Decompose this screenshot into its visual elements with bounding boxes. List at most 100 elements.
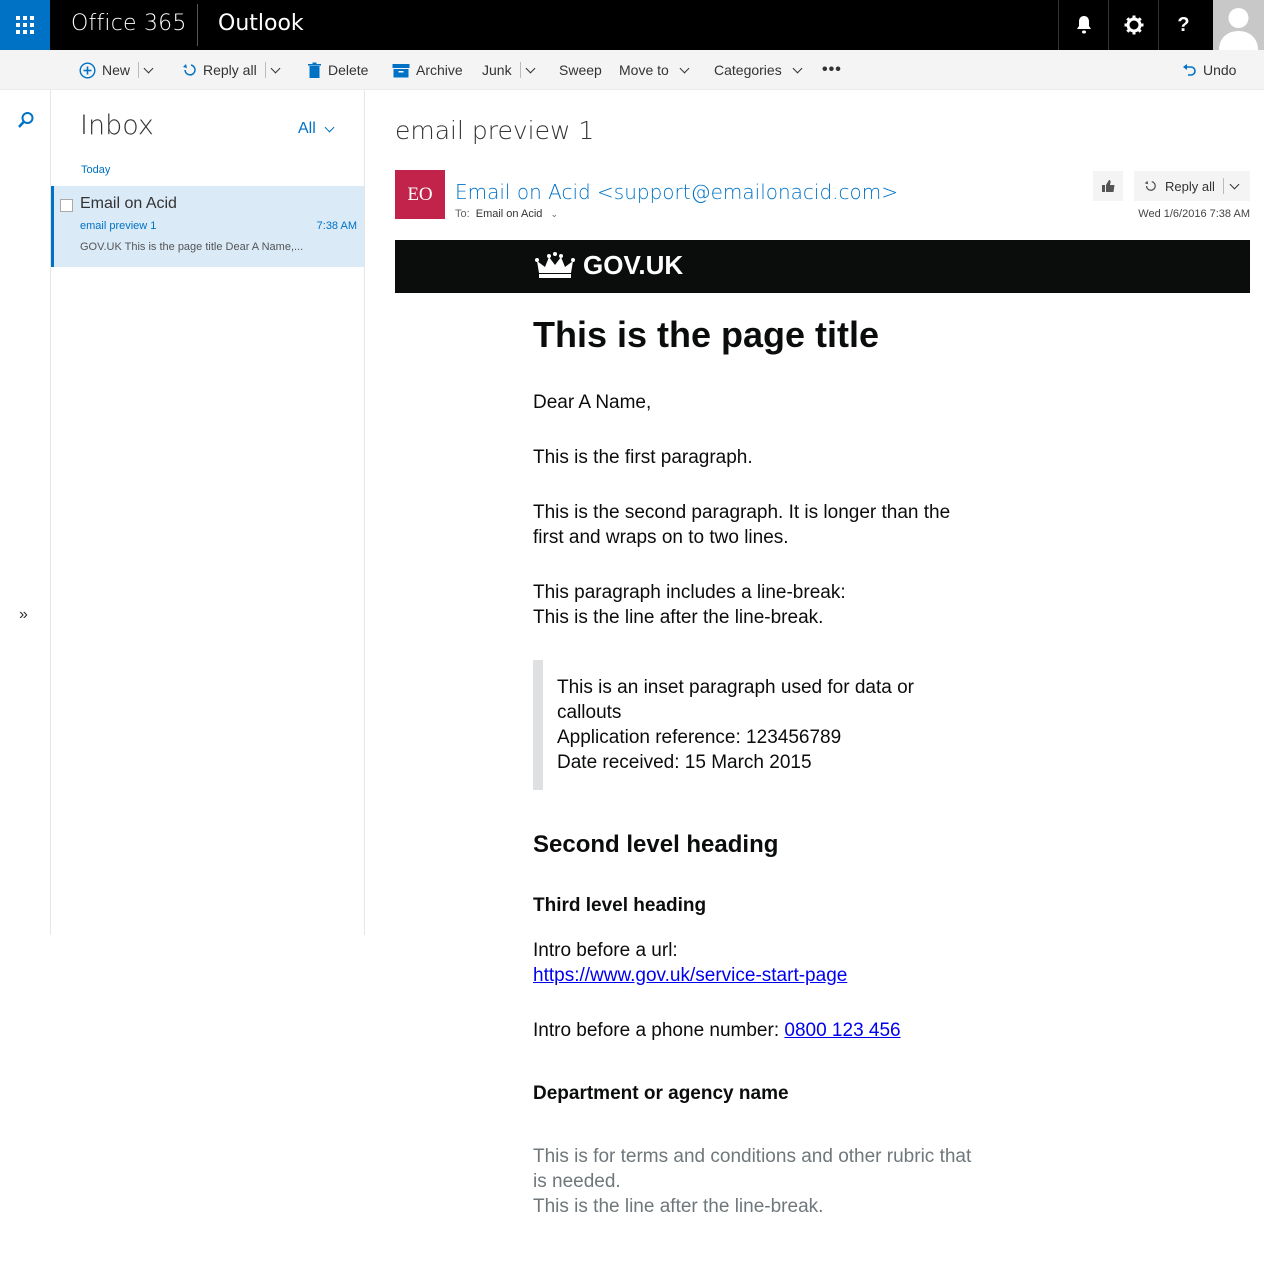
govuk-logo-text: GOV.UK (583, 250, 684, 280)
user-avatar[interactable] (1213, 0, 1264, 50)
new-button[interactable]: New (79, 50, 154, 90)
app-name[interactable]: Outlook (218, 11, 304, 36)
rubric-line-2: This is the line after the line-break. (533, 1196, 824, 1217)
url-paragraph: Intro before a url: https://www.gov.uk/s… (533, 938, 983, 988)
archive-label: Archive (416, 62, 463, 78)
page-title: This is the page title (533, 314, 880, 355)
item-sender: Email on Acid (80, 195, 177, 212)
undo-label: Undo (1203, 62, 1237, 78)
settings-button[interactable] (1108, 0, 1158, 50)
filter-label: All (298, 120, 316, 137)
reply-all-header-button[interactable]: Reply all (1134, 171, 1250, 201)
archive-icon (392, 63, 410, 77)
crown-icon (533, 250, 577, 281)
item-time: 7:38 AM (316, 220, 357, 232)
expand-folders-icon[interactable]: » (19, 606, 28, 624)
divider (264, 62, 266, 78)
url-intro: Intro before a url: (533, 940, 678, 961)
archive-button[interactable]: Archive (392, 50, 463, 90)
categories-button[interactable]: Categories (708, 50, 803, 90)
undo-button[interactable]: Undo (1182, 50, 1236, 90)
top-bar: Office 365 Outlook ? (0, 0, 1264, 50)
move-to-button[interactable]: Move to (613, 50, 690, 90)
third-level-heading: Third level heading (533, 895, 707, 916)
chevron-down-icon (324, 122, 335, 132)
reply-all-icon (183, 64, 196, 76)
folder-title: Inbox (80, 110, 154, 141)
paragraph-3-line-2: This is the line after the line-break. (533, 607, 824, 628)
chevron-down-icon[interactable] (143, 63, 154, 73)
delete-label: Delete (328, 62, 369, 78)
divider (138, 62, 140, 78)
undo-icon (1183, 63, 1196, 76)
plus-circle-icon (79, 61, 96, 79)
select-checkbox[interactable] (60, 199, 73, 212)
brand-divider (197, 4, 198, 46)
paragraph-1: This is the first paragraph. (533, 447, 753, 468)
filter-dropdown[interactable]: All (298, 120, 335, 138)
paragraph-2: This is the second paragraph. It is long… (533, 502, 951, 548)
app-launcher-button[interactable] (0, 0, 50, 50)
list-item[interactable]: Email on Acid email preview 1 7:38 AM GO… (51, 186, 364, 267)
inset-line-2: Application reference: 123456789 (557, 727, 842, 748)
department-name: Department or agency name (533, 1083, 789, 1104)
reply-all-icon (1144, 180, 1156, 191)
recipient-line: To: Email on Acid ⌄ (455, 208, 558, 220)
delete-button[interactable]: Delete (307, 50, 368, 90)
greeting: Dear A Name, (533, 392, 652, 413)
phone-link[interactable]: 0800 123 456 (784, 1020, 900, 1041)
sender-name[interactable]: Email on Acid <support@emailonacid.com> (455, 180, 898, 204)
recipient-name[interactable]: Email on Acid (476, 208, 543, 220)
new-label: New (102, 62, 131, 78)
message-subject: email preview 1 (395, 116, 595, 145)
message-list-pane: Inbox All Today Email on Acid email prev… (51, 90, 365, 935)
reply-all-label: Reply all (203, 62, 257, 78)
notifications-button[interactable] (1058, 0, 1108, 50)
junk-button[interactable]: Junk (476, 50, 536, 90)
left-rail: » (0, 90, 51, 935)
thumbs-up-icon (1101, 180, 1114, 192)
email-content: This is the page title Dear A Name, This… (533, 315, 983, 1249)
inset-line-1: This is an inset paragraph used for data… (557, 677, 914, 723)
chevron-down-icon (792, 63, 803, 73)
rubric-text: This is for terms and conditions and oth… (533, 1144, 983, 1219)
sender-avatar[interactable]: EO (395, 170, 445, 219)
chevron-down-icon[interactable] (270, 63, 281, 73)
paragraph-3: This paragraph includes a line-break: Th… (533, 580, 983, 630)
like-button[interactable] (1093, 171, 1123, 201)
reply-all-label: Reply all (1165, 178, 1215, 194)
to-label: To: (455, 208, 470, 220)
bell-icon (1076, 16, 1091, 34)
govuk-logo[interactable]: GOV.UK (533, 250, 683, 281)
junk-label: Junk (482, 62, 512, 78)
inset-text: This is an inset paragraph used for data… (533, 660, 983, 790)
group-header: Today (81, 164, 111, 176)
paragraph-3-line-1: This paragraph includes a line-break: (533, 582, 846, 603)
service-link[interactable]: https://www.gov.uk/service-start-page (533, 965, 847, 986)
rubric-line-1: This is for terms and conditions and oth… (533, 1146, 972, 1192)
command-bar: New Reply all Delete Archive Junk Sweep … (0, 50, 1264, 128)
reply-all-button[interactable]: Reply all (181, 50, 281, 90)
divider (1222, 178, 1224, 194)
phone-paragraph: Intro before a phone number: 0800 123 45… (533, 1018, 983, 1043)
second-level-heading: Second level heading (533, 831, 779, 858)
phone-intro: Intro before a phone number: (533, 1020, 785, 1041)
categories-label: Categories (714, 62, 782, 78)
message-date: Wed 1/6/2016 7:38 AM (1138, 208, 1250, 220)
chevron-down-icon[interactable] (1229, 179, 1240, 189)
waffle-icon (16, 16, 34, 34)
person-icon (1219, 8, 1258, 50)
trash-icon (308, 62, 321, 78)
help-button[interactable]: ? (1158, 0, 1208, 50)
expand-recipients-icon[interactable]: ⌄ (550, 209, 558, 219)
move-to-label: Move to (619, 62, 669, 78)
chevron-down-icon (679, 63, 690, 73)
question-icon: ? (1177, 13, 1190, 36)
chevron-down-icon[interactable] (525, 63, 536, 73)
item-preview: GOV.UK This is the page title Dear A Nam… (80, 241, 304, 253)
reading-pane: email preview 1 EO Email on Acid <suppor… (365, 90, 1264, 1277)
brand-name[interactable]: Office 365 (71, 11, 187, 36)
ellipsis-icon: ••• (822, 61, 842, 78)
more-button[interactable]: ••• (822, 50, 842, 90)
sweep-button[interactable]: Sweep (553, 50, 602, 90)
